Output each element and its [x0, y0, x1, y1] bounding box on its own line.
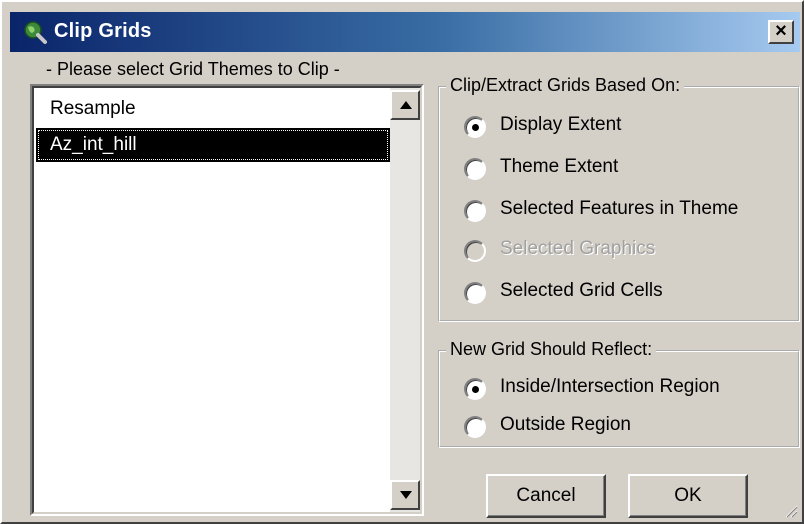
clip-group-legend: Clip/Extract Grids Based On:	[446, 75, 685, 96]
scroll-up-button[interactable]	[390, 90, 420, 120]
list-item[interactable]: Resample	[36, 92, 390, 126]
grid-theme-listbox[interactable]: Resample Az_int_hill	[30, 84, 424, 516]
radio-label: Inside/Intersection Region	[500, 376, 720, 397]
radio-button[interactable]	[464, 378, 486, 400]
scroll-down-button[interactable]	[390, 480, 420, 510]
radio-label: Selected Graphics	[500, 238, 656, 259]
radio-button[interactable]	[464, 416, 486, 438]
listbox-frame: Resample Az_int_hill	[32, 86, 422, 514]
reflect-options-group: New Grid Should Reflect: Inside/Intersec…	[438, 339, 800, 448]
radio-label: Display Extent	[500, 114, 622, 135]
close-button[interactable]: ×	[768, 20, 794, 44]
list-caption: - Please select Grid Themes to Clip -	[46, 59, 340, 79]
close-icon: ×	[775, 20, 787, 42]
title-bar[interactable]: Clip Grids ×	[10, 12, 800, 52]
window-title: Clip Grids	[54, 20, 152, 42]
list-item-selected[interactable]: Az_int_hill	[36, 128, 390, 162]
radio-button[interactable]	[464, 282, 486, 304]
ok-button[interactable]: OK	[628, 474, 748, 518]
clip-grids-dialog: Clip Grids × - Please select Grid Themes…	[0, 0, 804, 524]
radio-button[interactable]	[464, 200, 486, 222]
arrow-up-icon	[400, 101, 412, 109]
radio-label: Selected Grid Cells	[500, 280, 663, 301]
radio-label: Theme Extent	[500, 156, 619, 177]
vertical-scrollbar[interactable]	[390, 88, 420, 512]
radio-button[interactable]	[464, 116, 486, 138]
cancel-button[interactable]: Cancel	[486, 474, 606, 518]
reflect-group-legend: New Grid Should Reflect:	[446, 339, 657, 360]
radio-button-disabled	[464, 240, 486, 262]
arrow-down-icon	[400, 491, 412, 499]
globe-magnifier-icon	[22, 19, 48, 45]
clip-options-group: Clip/Extract Grids Based On: Display Ext…	[438, 75, 800, 322]
resize-grip-icon[interactable]	[784, 504, 798, 518]
radio-button[interactable]	[464, 158, 486, 180]
radio-label: Selected Features in Theme	[500, 198, 739, 219]
radio-label: Outside Region	[500, 414, 631, 435]
